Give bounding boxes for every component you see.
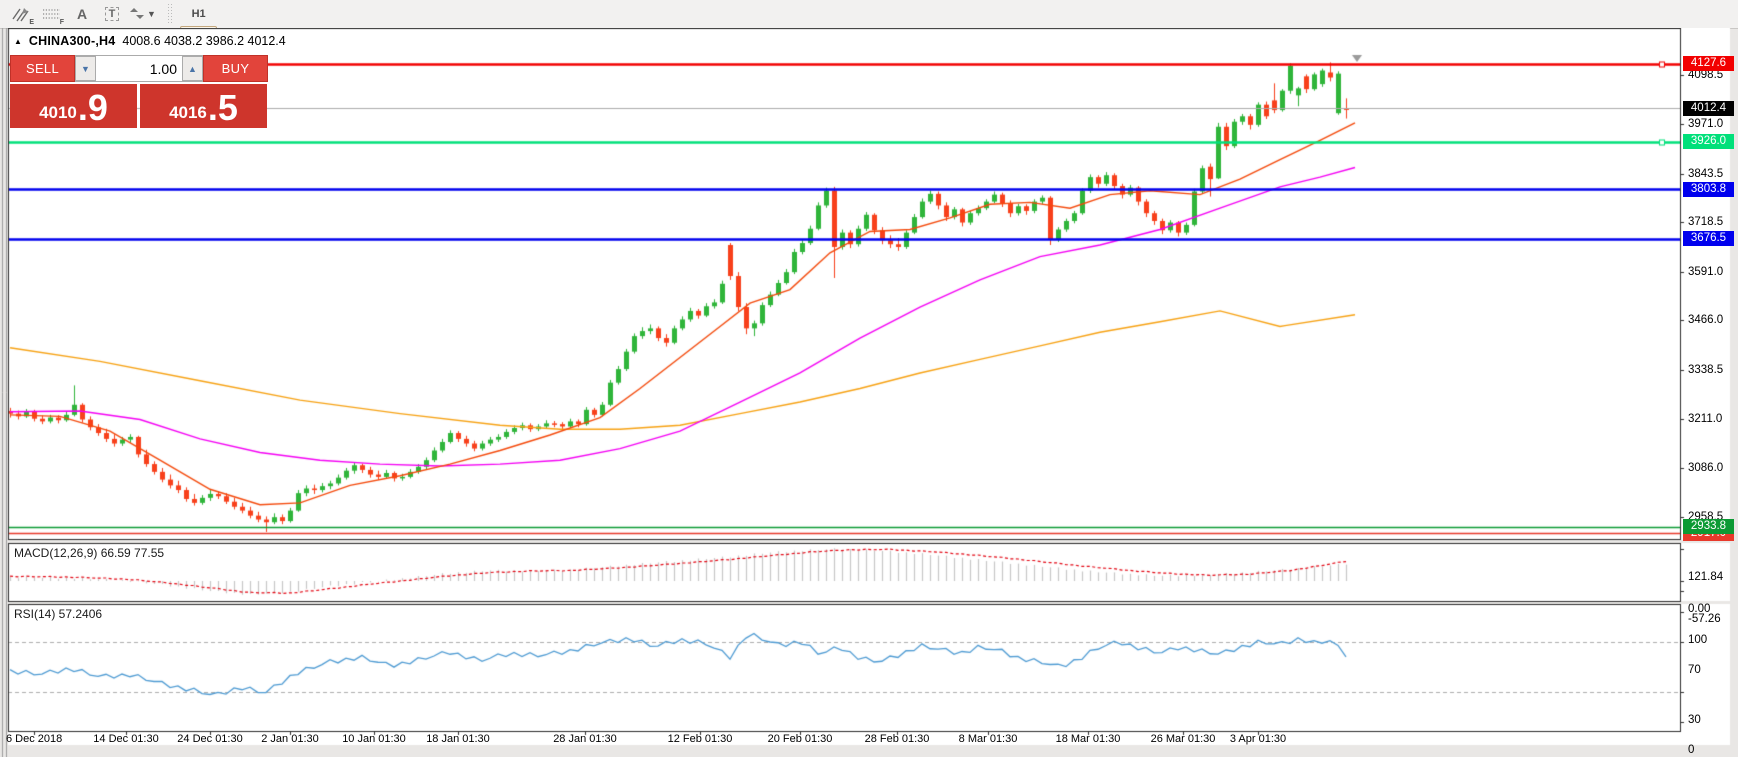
main-toolbar: E F A T ▼ M1M5M15M30H1H4D1W1MN (0, 0, 1738, 116)
price-tick-label: 3211.0 (1688, 413, 1723, 426)
date-label: 18 Mar 01:30 (1055, 733, 1121, 745)
sell-price-frac: .9 (77, 87, 108, 128)
price-tick-label: 3466.0 (1688, 314, 1724, 327)
date-label: 20 Feb 01:30 (767, 733, 833, 745)
rsi-label: RSI(14) 57.2406 (14, 607, 103, 621)
volume-increase-button[interactable]: ▲ (182, 56, 203, 81)
chart-window: ▲ CHINA300-,H4 4008.6 4038.2 3986.2 4012… (0, 28, 1738, 757)
date-label: 3 Apr 01:30 (1229, 733, 1287, 745)
price-tick-label: 3843.5 (1688, 167, 1724, 180)
date-label: 14 Dec 01:30 (93, 733, 159, 745)
date-label: 26 Mar 01:30 (1150, 733, 1216, 745)
rsi-axis-label: 30 (1688, 714, 1701, 726)
text-icon[interactable]: T (98, 1, 126, 27)
toolbar-grip[interactable] (167, 4, 173, 24)
rsi-axis-label: 0 (1688, 744, 1695, 756)
price-tick-label: 3086.0 (1688, 461, 1724, 474)
rsi-axis-label: 100 (1688, 634, 1708, 646)
buy-button[interactable]: BUY (203, 55, 268, 82)
rsi-axis-label: 70 (1688, 664, 1701, 676)
price-badge: 3676.5 (1683, 231, 1734, 247)
price-badge: 3803.8 (1683, 181, 1734, 197)
date-label: 8 Mar 01:30 (958, 733, 1018, 745)
sell-price-box[interactable]: 4010 .9 (10, 84, 137, 128)
collapse-triangle-icon[interactable]: ▲ (14, 37, 22, 46)
timeframe-button-h1[interactable]: H1 (180, 2, 217, 26)
date-label: 6 Dec 2018 (6, 733, 63, 745)
one-click-trading-panel: SELL ▼ 1.00 ▲ BUY 4010 .9 4016 .5 (10, 55, 268, 128)
equidistant-channel-icon[interactable]: E (8, 1, 36, 27)
symbol-name: CHINA300-,H4 (28, 34, 116, 48)
date-label: 18 Jan 01:30 (426, 733, 490, 745)
price-tick-label: 3338.5 (1688, 363, 1724, 376)
sell-price-main: 4010 (39, 103, 77, 122)
dropdown-caret-icon[interactable]: ▼ (147, 9, 156, 19)
ohlc-values: 4008.6 4038.2 3986.2 4012.4 (122, 34, 286, 48)
arrows-icon[interactable]: ▼ (128, 1, 157, 27)
price-tick-label: 3971.0 (1688, 118, 1724, 131)
buy-price-main: 4016 (169, 103, 207, 122)
volume-decrease-button[interactable]: ▼ (75, 56, 96, 81)
macd-label: MACD(12,26,9) 66.59 77.55 (14, 546, 165, 560)
price-tick-label: 3718.5 (1688, 216, 1724, 229)
macd-axis-label: -57.26 (1688, 613, 1721, 625)
price-tick-label: 3591.0 (1688, 265, 1724, 278)
date-label: 10 Jan 01:30 (342, 733, 406, 745)
price-badge: 4127.6 (1683, 56, 1734, 72)
date-label: 2 Jan 01:30 (261, 733, 319, 745)
price-badge: 3926.0 (1683, 134, 1734, 150)
text-label-icon[interactable]: A (68, 1, 96, 27)
buy-price-box[interactable]: 4016 .5 (140, 84, 267, 128)
chart-title: ▲ CHINA300-,H4 4008.6 4038.2 3986.2 4012… (14, 34, 286, 48)
date-label: 28 Feb 01:30 (864, 733, 930, 745)
chart-canvas[interactable] (0, 28, 1738, 757)
price-badge: 2933.8 (1683, 519, 1734, 535)
price-axis[interactable]: 4098.5 3971.0 3843.5 3718.5 3591.0 3466.0 3338… (1680, 28, 1738, 541)
date-label: 12 Feb 01:30 (667, 733, 733, 745)
volume-spinner: ▼ 1.00 ▲ (75, 55, 203, 82)
date-label: 24 Dec 01:30 (177, 733, 243, 745)
fibonacci-retracement-icon[interactable]: F (38, 1, 66, 27)
buy-price-frac: .5 (207, 87, 238, 128)
sell-button[interactable]: SELL (10, 55, 75, 82)
current-price-badge: 4012.4 (1683, 100, 1734, 116)
macd-axis-label: 121.84 (1688, 570, 1724, 583)
trading-app-window: E F A T ▼ M1M5M15M30H1H4D1W1MN ▲ CHINA30… (0, 0, 1738, 757)
date-label: 28 Jan 01:30 (553, 733, 617, 745)
volume-input[interactable]: 1.00 (96, 56, 182, 81)
